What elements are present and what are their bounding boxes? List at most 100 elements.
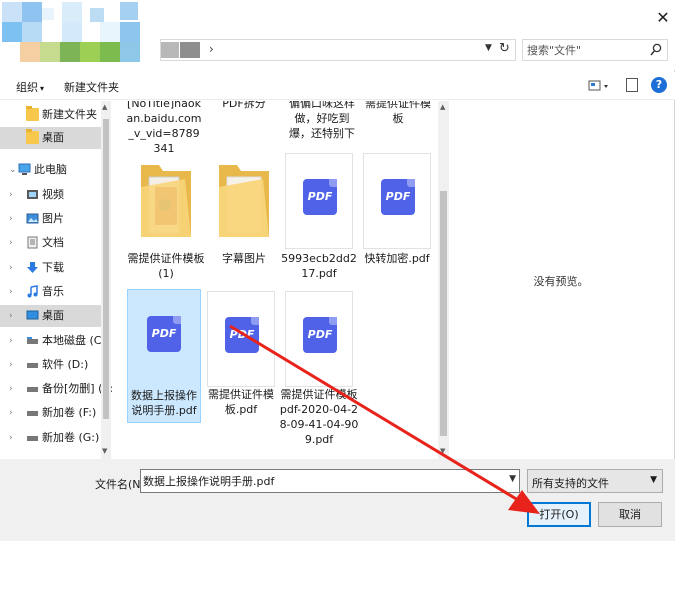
nav-item-videos[interactable]: › 视频 (0, 184, 101, 206)
open-button[interactable]: 打开(O) (527, 502, 591, 527)
chevron-right-icon[interactable]: › (9, 281, 13, 303)
pdf-thumbnail: PDF (363, 153, 431, 249)
drive-icon (27, 436, 38, 441)
download-icon (27, 262, 38, 273)
file-list: [NoTitle]haokan.baidu.com_v_vid=8789341 … (113, 101, 449, 459)
file-item-folder[interactable]: 字幕图片 (209, 159, 279, 287)
nav-item-music[interactable]: › 音乐 (0, 281, 101, 303)
blurred-app-icon (0, 0, 145, 62)
file-item-label[interactable]: 需提供证件模板 (363, 101, 433, 126)
drive-icon (27, 337, 38, 344)
nav-item-desktop[interactable]: › 桌面 (0, 305, 101, 327)
chevron-right-icon[interactable]: › (9, 184, 13, 206)
nav-item-drive-d[interactable]: › 软件 (D:) (0, 354, 101, 376)
filename-combobox[interactable]: ▼ (140, 469, 520, 493)
chevron-right-icon[interactable]: › (9, 427, 13, 449)
file-item-pdf[interactable]: PDF 快转加密.pdf (361, 151, 435, 287)
file-item-pdf[interactable]: PDF 5993ecb2dd217.pdf (281, 151, 357, 287)
document-icon (27, 236, 38, 249)
filetype-value: 所有支持的文件 (532, 477, 609, 490)
file-item-label: 需提供证件模板.pdf (208, 388, 274, 416)
pdf-icon: PDF (147, 316, 181, 352)
preview-pane: 没有预览。 (453, 101, 669, 459)
nav-item-this-pc[interactable]: ⌄ 此电脑 (0, 159, 101, 181)
open-file-dialog: ✕ › ▼ ↻ 组织▾ 新建文件夹 ? (0, 0, 675, 541)
command-bar: 组织 ▾ 新建文件夹 ? (0, 72, 675, 100)
scrollbar-thumb[interactable] (103, 119, 109, 419)
refresh-icon[interactable]: ↻ (499, 41, 510, 56)
nav-item-drive-e[interactable]: › 备份[勿删] (E:) (0, 378, 112, 400)
file-item-label[interactable]: [NoTitle]haokan.baidu.com_v_vid=8789341 (125, 101, 203, 156)
chevron-right-icon[interactable]: › (9, 330, 13, 352)
change-view-icon[interactable] (588, 79, 610, 93)
drive-icon (27, 387, 38, 392)
scrollbar-thumb[interactable] (440, 191, 447, 436)
no-preview-text: 没有预览。 (533, 275, 589, 288)
file-item-pdf-selected[interactable]: PDF 数据上报操作说明手册.pdf (127, 289, 201, 423)
folder-icon (219, 165, 269, 237)
scroll-up-icon[interactable]: ▲ (440, 103, 445, 111)
pdf-thumbnail: PDF (130, 291, 198, 387)
breadcrumb-separator[interactable]: › (209, 42, 214, 56)
nav-item-downloads[interactable]: › 下载 (0, 257, 101, 279)
drive-icon (27, 363, 38, 368)
file-list-scrollbar[interactable]: ▲ ▼ (438, 101, 449, 459)
file-item-pdf[interactable]: PDF 需提供证件模板pdf-2020-04-28-09-41-04-909.p… (280, 289, 358, 459)
nav-item-pictures[interactable]: › 图片 (0, 208, 101, 230)
expand-chevron-icon[interactable]: ⌄ (9, 159, 17, 181)
nav-scrollbar[interactable]: ▲ ▼ (101, 101, 111, 459)
pdf-thumbnail: PDF (285, 291, 353, 387)
picture-icon (26, 213, 39, 224)
file-item-label: 快转加密.pdf (364, 252, 430, 265)
file-item-folder[interactable]: 需提供证件模板 (1) (128, 159, 205, 287)
chevron-right-icon[interactable]: › (9, 402, 13, 424)
pdf-icon: PDF (381, 179, 415, 215)
preview-pane-toggle[interactable] (626, 78, 638, 92)
file-item-pdf[interactable]: PDF 需提供证件模板.pdf (205, 289, 279, 425)
pdf-icon: PDF (303, 317, 337, 353)
filetype-select[interactable]: 所有支持的文件 ▼ (527, 469, 663, 493)
scroll-down-icon[interactable]: ▼ (440, 447, 445, 455)
nav-item-drive-c[interactable]: › 本地磁盘 (C:) (0, 330, 109, 352)
chevron-down-icon[interactable]: ▼ (485, 43, 492, 53)
nav-item-drive-f[interactable]: › 新加卷 (F:) (0, 402, 101, 424)
nav-item-desktop-pinned[interactable]: 桌面 (0, 127, 101, 149)
chevron-down-icon: ▼ (650, 475, 657, 485)
chevron-right-icon[interactable]: › (9, 305, 13, 327)
nav-item-new-folder-3[interactable]: 新建文件夹 (3) (0, 104, 112, 126)
close-button[interactable]: ✕ (650, 6, 676, 30)
chevron-down-icon[interactable]: ▼ (509, 474, 516, 484)
title-bar: ✕ › ▼ ↻ (0, 0, 675, 70)
chevron-right-icon[interactable]: › (9, 232, 13, 254)
pdf-icon: PDF (225, 317, 259, 353)
desktop-icon (26, 310, 39, 320)
file-item-label: 需提供证件模板 (1) (127, 252, 205, 280)
search-input[interactable] (527, 42, 647, 58)
help-icon[interactable]: ? (651, 77, 667, 93)
organize-menu-button[interactable]: 组织 ▾ (16, 79, 44, 95)
new-folder-button[interactable]: 新建文件夹 (64, 79, 119, 95)
cancel-button[interactable]: 取消 (598, 502, 662, 527)
search-box[interactable] (522, 39, 668, 61)
pdf-icon: PDF (303, 179, 337, 215)
chevron-right-icon[interactable]: › (9, 354, 13, 376)
file-item-label[interactable]: 偏偏口味这样做，好吃到爆，还特别下 (287, 101, 357, 141)
organize-label: 组织 (16, 81, 38, 94)
nav-item-documents[interactable]: › 文档 (0, 232, 101, 254)
navigation-pane: 新建文件夹 (3) 桌面 ⌄ 此电脑 › 视频 › 图片 › 文档 › 下载 ›… (0, 101, 112, 459)
chevron-right-icon[interactable]: › (9, 257, 13, 279)
address-bar[interactable]: › ▼ ↻ (160, 39, 516, 61)
drive-icon (27, 411, 38, 416)
file-item-label: 数据上报操作说明手册.pdf (131, 389, 197, 417)
scroll-down-icon[interactable]: ▼ (102, 447, 107, 455)
file-item-label[interactable]: PDF拆分 (209, 101, 279, 111)
folder-icon (26, 129, 39, 144)
nav-item-drive-g[interactable]: › 新加卷 (G:) (0, 427, 101, 449)
chevron-right-icon[interactable]: › (9, 208, 13, 230)
search-icon[interactable] (650, 43, 662, 57)
scroll-up-icon[interactable]: ▲ (102, 103, 107, 111)
chevron-right-icon[interactable]: › (9, 378, 13, 400)
filename-field[interactable] (143, 473, 498, 489)
blurred-path-segment (161, 42, 179, 58)
music-icon (27, 285, 38, 298)
